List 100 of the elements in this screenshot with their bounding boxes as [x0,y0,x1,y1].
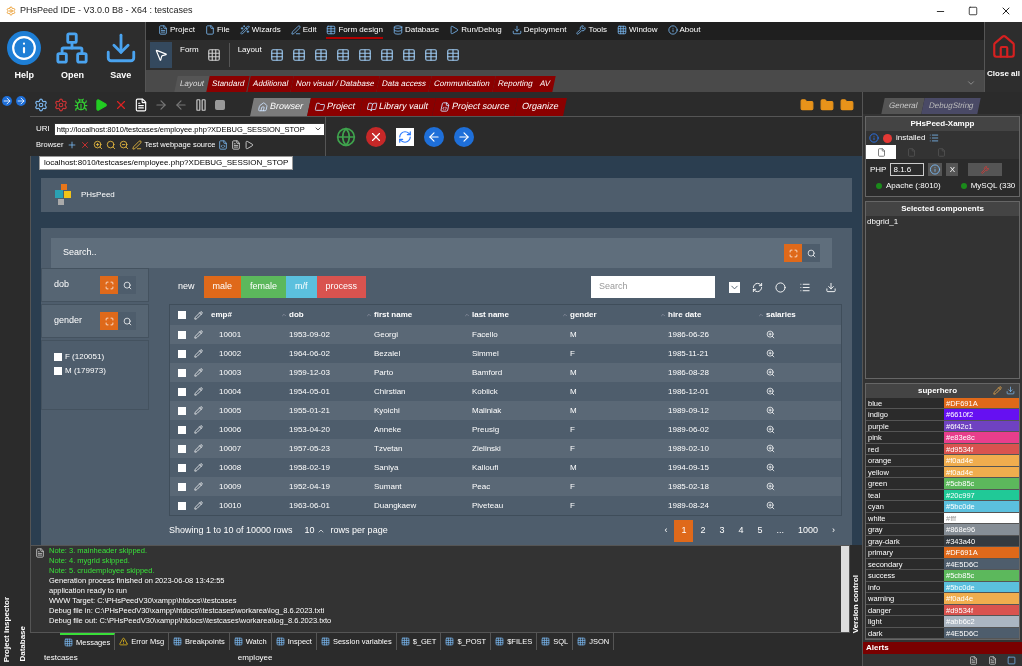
view-salaries-icon[interactable] [766,368,775,377]
column-header[interactable]: salaries [750,309,800,321]
menu-item[interactable]: Form design [326,23,383,39]
close-icon[interactable] [1000,5,1012,17]
panel-tab[interactable]: General [881,98,926,114]
view-salaries-icon[interactable] [766,425,775,434]
save-icon[interactable] [1006,386,1015,395]
page-link[interactable]: 4 [731,520,751,542]
side-panel-tab[interactable]: Project inspector [1,596,13,662]
row-checkbox[interactable] [178,425,186,434]
menu-item[interactable]: Project [158,23,195,39]
component-tab[interactable]: Communication [428,76,496,92]
grid-icon[interactable] [206,48,221,62]
view-salaries-icon[interactable] [766,387,775,396]
gear-icon[interactable] [54,98,68,112]
row-checkbox[interactable] [178,387,186,396]
panel-tab[interactable]: DebugString [921,98,982,114]
menu-item[interactable]: Wizards [239,23,281,39]
columns-icon[interactable] [798,281,812,293]
add-icon[interactable] [66,139,77,150]
menu-item[interactable]: Window [617,23,658,39]
page-link[interactable]: 2 [693,520,713,542]
search-icon[interactable] [105,139,116,150]
editor-tab[interactable]: Browser [250,98,311,116]
code-icon[interactable] [218,139,229,150]
row-checkbox[interactable] [178,444,186,453]
search-bar[interactable]: Search.. [51,238,832,268]
stop-run-icon[interactable] [114,98,128,112]
row-checkbox[interactable] [178,463,186,472]
editor-tab[interactable]: Organize [513,98,567,116]
refresh-icon[interactable] [396,127,414,146]
pen-icon[interactable] [131,139,142,150]
toggle-icon[interactable] [775,281,786,293]
menu-item[interactable]: File [204,23,230,39]
component-tab[interactable]: Layout [174,76,210,92]
step-icon[interactable] [154,98,168,112]
checkbox[interactable] [54,367,62,375]
search-button[interactable] [118,312,136,330]
editor-tab[interactable]: Library vault [359,98,436,116]
play-icon[interactable] [244,139,255,150]
page-link[interactable]: › [825,520,842,542]
ribbon-button[interactable]: Save [103,31,138,83]
side-panel-tab[interactable]: Version control [850,575,862,634]
zoom-in-icon[interactable] [92,139,103,150]
square-icon[interactable] [1007,655,1016,665]
row-checkbox[interactable] [178,330,186,339]
menu-item[interactable]: Database [392,23,440,39]
dropdown-icon[interactable] [729,281,740,293]
info-icon[interactable] [928,163,943,176]
layout-icon[interactable] [379,48,394,62]
menu-item[interactable]: Tools [576,23,608,39]
page-link[interactable]: 1000 [790,520,825,542]
page-link[interactable]: 5 [750,520,770,542]
layout-icon[interactable] [313,48,328,62]
row-checkbox[interactable] [178,482,186,491]
back-icon[interactable] [424,126,444,147]
alerts-bar[interactable]: Alerts [863,642,1022,654]
action-button[interactable]: new [169,276,204,298]
layout-icon[interactable] [445,48,460,62]
component-item[interactable]: dbgrid_1 [866,216,1019,228]
php-version-field[interactable]: 8.1.6 [890,163,925,176]
component-tab[interactable]: Data access [376,76,432,92]
page-link[interactable]: 3 [712,520,732,542]
column-header[interactable]: last name [456,309,554,321]
stop-icon[interactable] [366,126,386,147]
pointer-icon[interactable] [150,42,172,68]
menu-item[interactable]: Edit [290,23,317,39]
row-checkbox[interactable] [178,349,186,358]
layout-icon[interactable] [291,48,306,62]
action-button[interactable]: process [316,276,367,298]
maximize-icon[interactable] [968,6,978,16]
page-size-select[interactable]: 10 [304,524,325,538]
layout-icon[interactable] [423,48,438,62]
column-header[interactable]: emp# [203,309,273,321]
layout-icon[interactable] [401,48,416,62]
column-header[interactable]: first name [358,309,456,321]
view-salaries-icon[interactable] [766,349,775,358]
column-header[interactable]: hire date [652,309,750,321]
editor-tab[interactable]: Project source [432,98,518,116]
column-header[interactable]: dob [273,309,358,321]
row-checkbox[interactable] [178,406,186,415]
view-salaries-icon[interactable] [766,330,775,339]
document-icon[interactable] [231,139,242,150]
edit-icon[interactable] [993,386,1002,395]
layout-icon[interactable] [357,48,372,62]
page-link[interactable]: ... [769,520,791,542]
row-checkbox[interactable] [178,501,186,510]
folder-icon[interactable] [840,98,854,112]
menu-item[interactable]: Deployment [511,23,567,39]
ribbon-button[interactable]: Open [55,31,90,83]
gears-icon[interactable] [34,98,48,112]
editor-tab[interactable]: Project [307,98,363,116]
run-icon[interactable] [94,98,108,112]
row-checkbox[interactable] [178,368,186,377]
view-salaries-icon[interactable] [766,444,775,453]
layout-icon[interactable] [335,48,350,62]
search-button[interactable] [802,244,820,262]
zoom-out-icon[interactable] [118,139,129,150]
scrollbar[interactable] [841,546,849,632]
page-link[interactable]: ‹ [657,520,675,542]
